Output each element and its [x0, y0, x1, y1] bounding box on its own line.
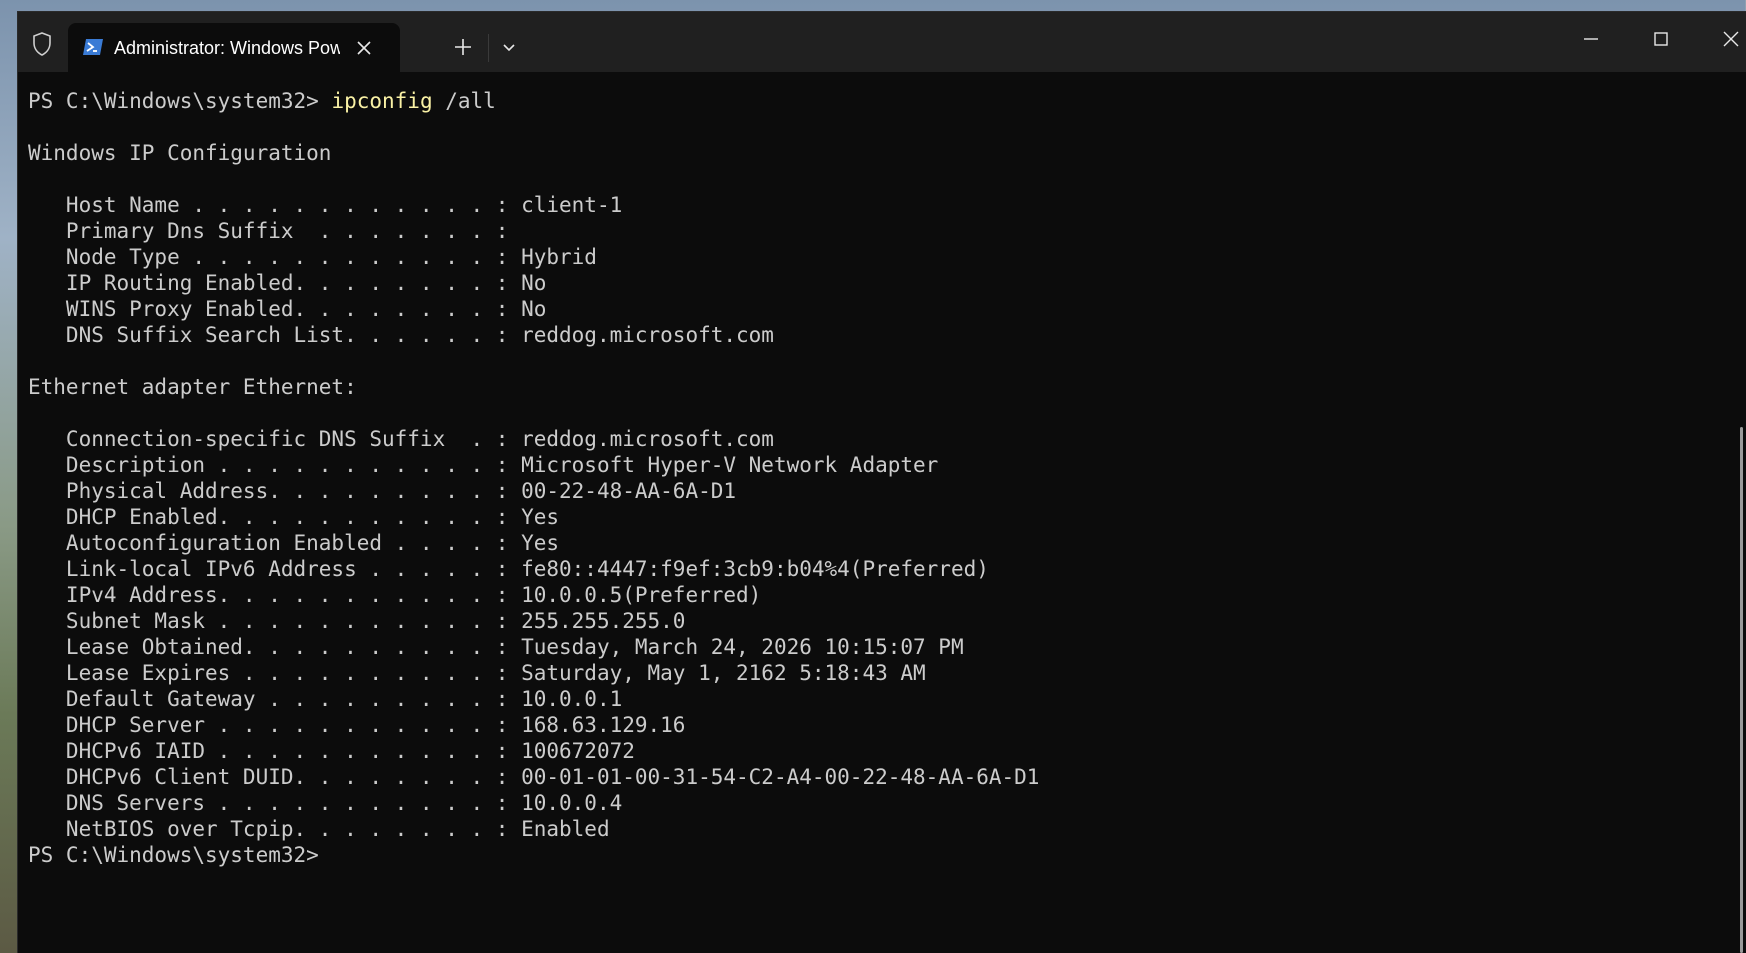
scrollbar[interactable]: [1736, 72, 1746, 953]
output-line: DHCP Server . . . . . . . . . . . : 168.…: [28, 713, 686, 737]
output-line: Lease Obtained. . . . . . . . . . : Tues…: [28, 635, 964, 659]
output-line: DHCPv6 IAID . . . . . . . . . . . : 1006…: [28, 739, 635, 763]
terminal-window: Administrator: Windows PowerShell: [18, 12, 1746, 953]
output-line: Node Type . . . . . . . . . . . . : Hybr…: [28, 245, 597, 269]
output-line: Ethernet adapter Ethernet:: [28, 375, 357, 399]
powershell-icon: [82, 36, 104, 58]
title-bar: Administrator: Windows PowerShell: [18, 12, 1746, 72]
output-line: Description . . . . . . . . . . . : Micr…: [28, 453, 939, 477]
command-name: ipconfig: [331, 89, 433, 113]
output-line: WINS Proxy Enabled. . . . . . . . : No: [28, 297, 547, 321]
output-line: Autoconfiguration Enabled . . . . : Yes: [28, 531, 560, 555]
output-line: Link-local IPv6 Address . . . . . : fe80…: [28, 557, 989, 581]
output-line: DHCP Enabled. . . . . . . . . . . : Yes: [28, 505, 560, 529]
maximize-button[interactable]: [1638, 24, 1684, 54]
output-line: Physical Address. . . . . . . . . : 00-2…: [28, 479, 737, 503]
prompt-text: PS C:\Windows\system32>: [28, 89, 332, 113]
shield-icon: [32, 32, 52, 56]
output-line: DHCPv6 Client DUID. . . . . . . . : 00-0…: [28, 765, 1040, 789]
minimize-button[interactable]: [1568, 24, 1614, 54]
tab-title: Administrator: Windows PowerShell: [114, 38, 340, 58]
output-line: DNS Servers . . . . . . . . . . . : 10.0…: [28, 791, 623, 815]
output-line: Host Name . . . . . . . . . . . . : clie…: [28, 193, 623, 217]
command-line: PS C:\Windows\system32> ipconfig /all: [28, 88, 496, 114]
output-line: Subnet Mask . . . . . . . . . . . : 255.…: [28, 609, 686, 633]
chevron-down-icon[interactable]: [498, 36, 520, 58]
close-icon: [1723, 31, 1739, 47]
output-line: IPv4 Address. . . . . . . . . . . : 10.0…: [28, 583, 762, 607]
tab-divider: [488, 34, 489, 62]
output-line: Lease Expires . . . . . . . . . . : Satu…: [28, 661, 926, 685]
command-args: /all: [432, 89, 496, 113]
output-line: Primary Dns Suffix . . . . . . . :: [28, 219, 509, 243]
tab-close-icon[interactable]: [353, 37, 375, 59]
minimize-icon: [1584, 38, 1598, 40]
output-line: NetBIOS over Tcpip. . . . . . . . : Enab…: [28, 817, 610, 841]
output-line: Connection-specific DNS Suffix . : reddo…: [28, 427, 774, 451]
final-prompt: PS C:\Windows\system32>: [28, 843, 319, 867]
output-line: Default Gateway . . . . . . . . . : 10.0…: [28, 687, 623, 711]
scrollbar-thumb[interactable]: [1740, 427, 1743, 953]
new-tab-plus-icon[interactable]: [452, 36, 474, 58]
close-button[interactable]: [1708, 24, 1746, 54]
tab-powershell[interactable]: Administrator: Windows PowerShell: [68, 23, 400, 72]
terminal-output[interactable]: PS C:\Windows\system32> ipconfig /all Wi…: [18, 72, 1718, 953]
output-line: Windows IP Configuration: [28, 141, 332, 165]
output-line: DNS Suffix Search List. . . . . . : redd…: [28, 323, 774, 347]
output-line: IP Routing Enabled. . . . . . . . : No: [28, 271, 547, 295]
maximize-icon: [1654, 32, 1668, 46]
